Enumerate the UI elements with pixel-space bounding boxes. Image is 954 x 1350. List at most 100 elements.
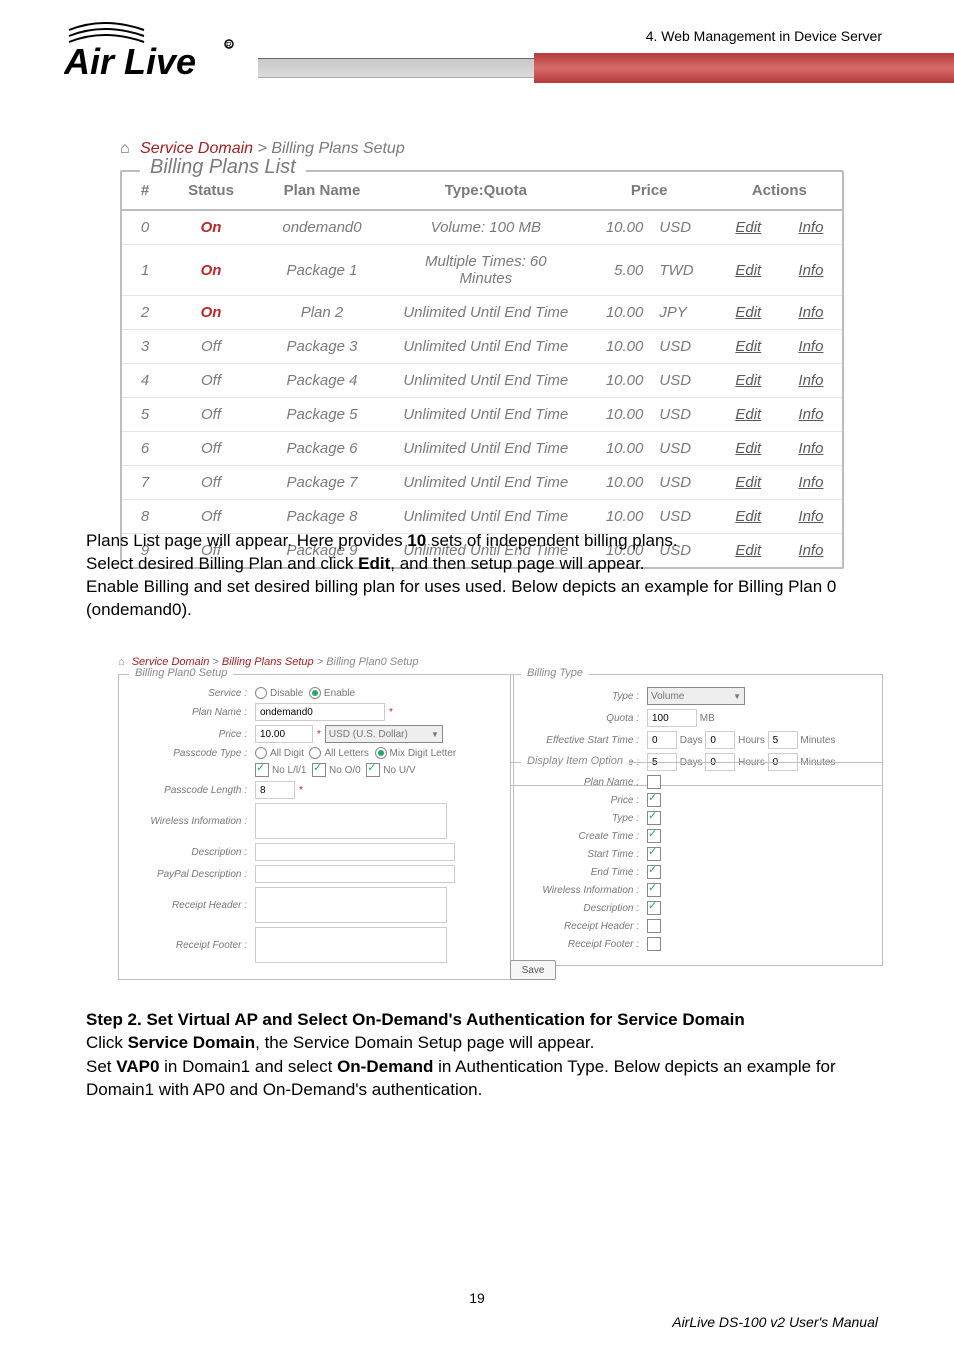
cell-price-currency: USD bbox=[651, 210, 716, 245]
cell-plan-name: ondemand0 bbox=[254, 210, 390, 245]
cell-type-quota: Multiple Times: 60 Minutes bbox=[390, 245, 582, 296]
fieldset-title: Billing Type bbox=[521, 667, 589, 679]
display-option-label: Description : bbox=[519, 903, 639, 914]
display-option-label: Receipt Footer : bbox=[519, 939, 639, 950]
display-item-option-fieldset: Display Item Option Plan Name :Price :Ty… bbox=[510, 762, 883, 966]
display-option-checkbox[interactable] bbox=[647, 847, 661, 861]
input-quota[interactable] bbox=[647, 709, 697, 727]
table-row: 3OffPackage 3Unlimited Until End Time10.… bbox=[122, 330, 842, 364]
display-option-row: Receipt Header : bbox=[519, 919, 874, 933]
display-option-checkbox[interactable] bbox=[647, 883, 661, 897]
cell-price-amount: 10.00 bbox=[582, 500, 652, 534]
radio-all-digit[interactable] bbox=[255, 747, 267, 759]
cell-action-info: Info bbox=[780, 500, 842, 534]
input-start-hours[interactable] bbox=[705, 731, 735, 749]
display-option-checkbox[interactable] bbox=[647, 829, 661, 843]
table-row: 4OffPackage 4Unlimited Until End Time10.… bbox=[122, 364, 842, 398]
info-link[interactable]: Info bbox=[798, 406, 823, 423]
display-option-checkbox[interactable] bbox=[647, 865, 661, 879]
col-price: Price bbox=[582, 172, 717, 210]
chevron-down-icon: ▼ bbox=[733, 692, 741, 701]
input-description[interactable] bbox=[255, 843, 455, 861]
info-link[interactable]: Info bbox=[798, 440, 823, 457]
edit-link[interactable]: Edit bbox=[735, 372, 761, 389]
cell-plan-name: Package 7 bbox=[254, 466, 390, 500]
save-button[interactable]: Save bbox=[510, 960, 556, 980]
info-link[interactable]: Info bbox=[798, 219, 823, 236]
textarea-wireless-info[interactable] bbox=[255, 803, 447, 839]
textarea-receipt-footer[interactable] bbox=[255, 927, 447, 963]
display-option-checkbox[interactable] bbox=[647, 811, 661, 825]
cell-status: Off bbox=[168, 432, 254, 466]
page-number: 19 bbox=[0, 1290, 954, 1306]
radio-enable[interactable] bbox=[309, 687, 321, 699]
display-option-checkbox[interactable] bbox=[647, 919, 661, 933]
chk-no-l[interactable] bbox=[255, 763, 269, 777]
cell-action-info: Info bbox=[780, 210, 842, 245]
required-star: * bbox=[389, 707, 393, 718]
cell-price-currency: USD bbox=[651, 364, 716, 398]
select-type[interactable]: Volume▼ bbox=[647, 687, 745, 705]
radio-all-letters[interactable] bbox=[309, 747, 321, 759]
input-start-days[interactable] bbox=[647, 731, 677, 749]
label-passcode-length: Passcode Length : bbox=[127, 785, 247, 796]
edit-link[interactable]: Edit bbox=[735, 219, 761, 236]
info-link[interactable]: Info bbox=[798, 474, 823, 491]
label-wireless-info: Wireless Information : bbox=[127, 816, 247, 827]
chapter-heading: 4. Web Management in Device Server bbox=[646, 28, 882, 44]
fieldset-title: Billing Plan0 Setup bbox=[129, 667, 233, 679]
label-paypal-desc: PayPal Description : bbox=[127, 869, 247, 880]
edit-link[interactable]: Edit bbox=[735, 440, 761, 457]
label-price: Price : bbox=[127, 729, 247, 740]
input-passcode-length[interactable] bbox=[255, 781, 295, 799]
cell-type-quota: Unlimited Until End Time bbox=[390, 432, 582, 466]
chk-no-u[interactable] bbox=[366, 763, 380, 777]
home-icon: ⌂ bbox=[120, 140, 130, 157]
select-currency[interactable]: USD (U.S. Dollar)▼ bbox=[325, 725, 443, 743]
edit-link[interactable]: Edit bbox=[735, 406, 761, 423]
cell-status: On bbox=[168, 245, 254, 296]
info-link[interactable]: Info bbox=[798, 508, 823, 525]
edit-link[interactable]: Edit bbox=[735, 508, 761, 525]
edit-link[interactable]: Edit bbox=[735, 262, 761, 279]
fieldset-title: Billing Plans List bbox=[140, 156, 306, 179]
input-start-mins[interactable] bbox=[768, 731, 798, 749]
cell-action-edit: Edit bbox=[717, 296, 780, 330]
textarea-receipt-header[interactable] bbox=[255, 887, 447, 923]
chk-no-o[interactable] bbox=[312, 763, 326, 777]
cell-action-edit: Edit bbox=[717, 466, 780, 500]
display-option-checkbox[interactable] bbox=[647, 793, 661, 807]
display-option-label: End Time : bbox=[519, 867, 639, 878]
cell-action-info: Info bbox=[780, 432, 842, 466]
display-option-label: Wireless Information : bbox=[519, 885, 639, 896]
radio-mix[interactable] bbox=[375, 747, 387, 759]
cell-status: Off bbox=[168, 330, 254, 364]
input-plan-name[interactable] bbox=[255, 703, 385, 721]
radio-disable[interactable] bbox=[255, 687, 267, 699]
display-option-checkbox[interactable] bbox=[647, 937, 661, 951]
cell-action-edit: Edit bbox=[717, 245, 780, 296]
cell-price-amount: 10.00 bbox=[582, 364, 652, 398]
label-description: Description : bbox=[127, 847, 247, 858]
info-link[interactable]: Info bbox=[798, 338, 823, 355]
display-option-row: Plan Name : bbox=[519, 775, 874, 789]
input-paypal-desc[interactable] bbox=[255, 865, 455, 883]
display-option-checkbox[interactable] bbox=[647, 901, 661, 915]
cell-status: On bbox=[168, 210, 254, 245]
input-price[interactable] bbox=[255, 725, 313, 743]
cell-type-quota: Unlimited Until End Time bbox=[390, 364, 582, 398]
info-link[interactable]: Info bbox=[798, 372, 823, 389]
edit-link[interactable]: Edit bbox=[735, 474, 761, 491]
label-eff-start: Effective Start Time : bbox=[519, 735, 639, 746]
info-link[interactable]: Info bbox=[798, 304, 823, 321]
cell-num: 1 bbox=[122, 245, 168, 296]
cell-price-currency: USD bbox=[651, 466, 716, 500]
cell-plan-name: Package 5 bbox=[254, 398, 390, 432]
label-passcode-type: Passcode Type : bbox=[127, 748, 247, 759]
label-receipt-header: Receipt Header : bbox=[127, 900, 247, 911]
cell-num: 8 bbox=[122, 500, 168, 534]
display-option-checkbox[interactable] bbox=[647, 775, 661, 789]
info-link[interactable]: Info bbox=[798, 262, 823, 279]
edit-link[interactable]: Edit bbox=[735, 304, 761, 321]
edit-link[interactable]: Edit bbox=[735, 338, 761, 355]
